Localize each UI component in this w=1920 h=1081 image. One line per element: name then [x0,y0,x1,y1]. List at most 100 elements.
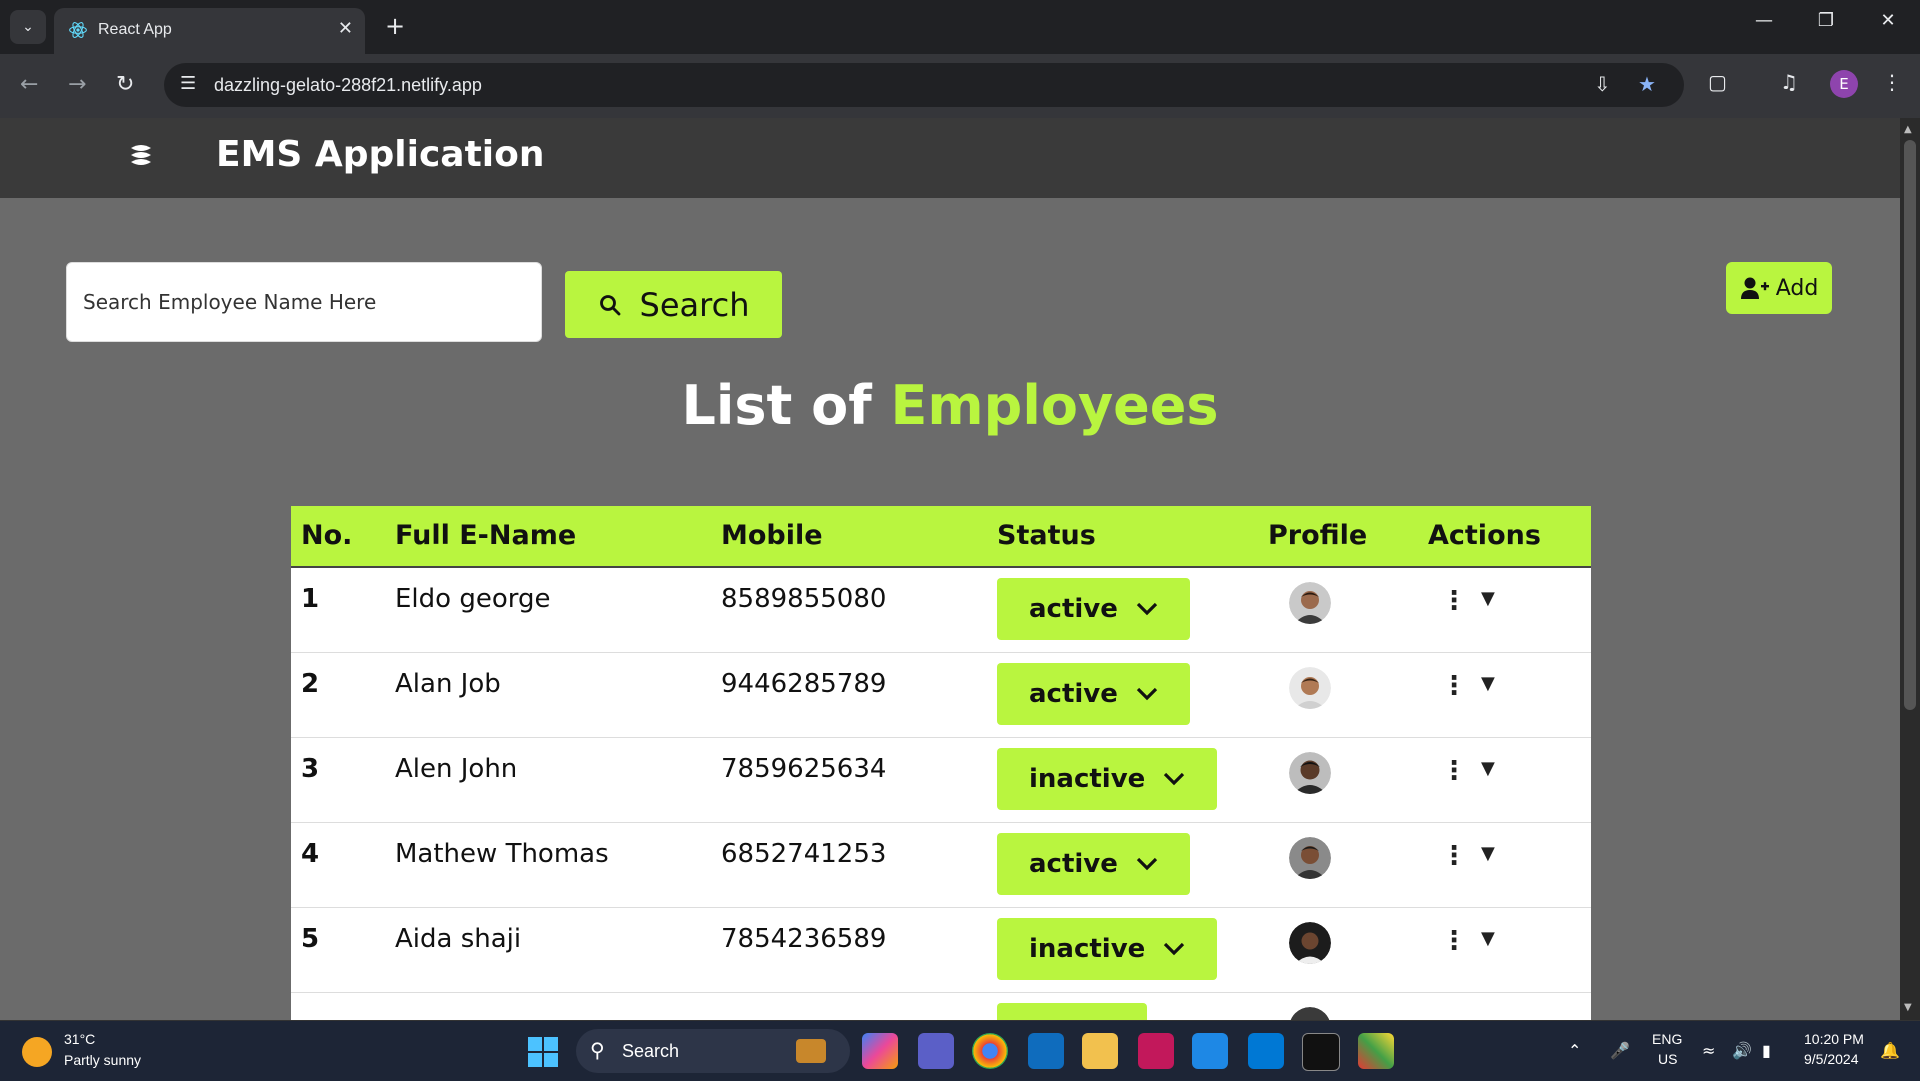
status-value: active [1029,594,1118,624]
status-dropdown[interactable]: active [997,578,1190,640]
profile-avatar[interactable] [1289,1007,1331,1020]
header-mobile: Mobile [721,520,823,551]
profile-avatar[interactable] [1289,582,1331,624]
mail-icon[interactable] [1028,1033,1064,1069]
browser-menu-icon[interactable]: ⋮ [1882,70,1902,94]
react-logo-icon [69,22,87,38]
table-row-partial [291,993,1591,1020]
weather-temperature[interactable]: 31°C [64,1031,95,1047]
status-dropdown[interactable]: inactive [997,748,1218,810]
taskbar-search[interactable]: ⚲ Search [576,1029,850,1073]
omnibox[interactable]: ☰ dazzling-gelato-288f21.netlify.app ⇩ ★ [164,63,1684,107]
table-row: 2 Alan Job 9446285789 active ⋮ ▼ [291,653,1591,738]
browser-tab[interactable]: React App ✕ [54,8,365,54]
site-info-icon[interactable]: ☰ [180,73,196,94]
actions-caret-icon[interactable]: ▼ [1481,843,1495,864]
more-actions-icon[interactable]: ⋮ [1441,586,1467,616]
bookmark-star-icon[interactable]: ★ [1638,72,1656,96]
more-actions-icon[interactable]: ⋮ [1441,756,1467,786]
taskbar-search-icon: ⚲ [590,1038,605,1062]
terminal-icon[interactable] [1302,1033,1340,1071]
chevron-down-icon [1136,857,1158,871]
actions-caret-icon[interactable]: ▼ [1481,758,1495,779]
teams-icon[interactable] [918,1033,954,1069]
employee-search-input[interactable] [66,262,542,342]
volume-icon[interactable]: 🔊 [1732,1041,1752,1060]
table-row: 4 Mathew Thomas 6852741253 active ⋮ ▼ [291,823,1591,908]
chrome-icon[interactable] [972,1033,1008,1069]
add-button-label: Add [1775,275,1819,301]
notification-bell-icon[interactable]: 🔔 [1880,1041,1900,1060]
header-status: Status [997,520,1096,551]
weather-description[interactable]: Partly sunny [64,1052,141,1068]
extensions-icon[interactable]: ▢ [1708,70,1727,94]
scroll-up-icon[interactable]: ▲ [1904,124,1912,135]
file-explorer-icon[interactable] [1082,1033,1118,1069]
profile-avatar[interactable] [1289,837,1331,879]
actions-caret-icon[interactable]: ▼ [1481,673,1495,694]
employee-name: Eldo george [395,584,551,614]
more-actions-icon[interactable]: ⋮ [1441,926,1467,956]
restore-icon[interactable]: ❐ [1806,10,1846,31]
more-actions-icon[interactable]: ⋮ [1441,671,1467,701]
tray-overflow-icon[interactable]: ⌃ [1568,1041,1581,1060]
profile-avatar[interactable] [1289,752,1331,794]
status-dropdown[interactable]: active [997,663,1190,725]
profile-avatar[interactable] [1289,922,1331,964]
wifi-icon[interactable]: ≈ [1702,1041,1715,1060]
actions-caret-icon[interactable]: ▼ [1481,588,1495,609]
row-number: 2 [301,669,320,699]
url-text[interactable]: dazzling-gelato-288f21.netlify.app [214,75,482,96]
vscode-icon[interactable] [1248,1033,1284,1069]
actions-caret-icon[interactable]: ▼ [1481,928,1495,949]
language-line1[interactable]: ENG [1652,1031,1682,1047]
scrollbar-thumb[interactable] [1904,140,1916,710]
git-tool-icon[interactable] [1358,1033,1394,1069]
employee-mobile: 8589855080 [721,584,887,614]
status-dropdown[interactable]: active [997,833,1190,895]
status-value: inactive [1029,764,1146,794]
store-icon[interactable] [1192,1033,1228,1069]
employee-mobile: 7859625634 [721,754,887,784]
employee-table: No. Full E-Name Mobile Status Profile Ac… [291,506,1591,1020]
employee-name: Alen John [395,754,518,784]
table-header: No. Full E-Name Mobile Status Profile Ac… [291,506,1591,568]
weather-sun-icon[interactable] [22,1037,52,1067]
tab-search-chevron-icon[interactable]: ⌄ [10,10,46,44]
minimize-icon[interactable]: — [1744,10,1784,31]
add-employee-button[interactable]: Add [1726,262,1832,314]
taskbar-search-label: Search [622,1041,680,1061]
media-control-icon[interactable]: ♫ [1780,70,1798,94]
chevron-down-icon [1164,772,1185,786]
battery-icon[interactable]: ▮ [1762,1041,1771,1060]
language-line2[interactable]: US [1658,1051,1677,1067]
reload-icon[interactable]: ↻ [116,72,134,97]
chevron-down-icon [1164,942,1185,956]
back-icon[interactable]: ← [20,72,38,97]
microphone-icon[interactable]: 🎤 [1610,1041,1630,1060]
row-number: 5 [301,924,320,954]
tab-close-icon[interactable]: ✕ [338,18,353,39]
status-dropdown-partial[interactable] [997,1003,1147,1020]
employee-mobile: 9446285789 [721,669,887,699]
copilot-icon[interactable] [862,1033,898,1069]
window-close-icon[interactable]: ✕ [1868,10,1908,31]
profile-avatar[interactable] [1289,667,1331,709]
stack-logo-icon [131,145,151,165]
clock-date[interactable]: 9/5/2024 [1804,1051,1859,1067]
new-tab-icon[interactable]: + [385,12,405,40]
scroll-down-icon[interactable]: ▼ [1904,1002,1912,1013]
chevron-down-icon [1136,602,1158,616]
status-dropdown[interactable]: inactive [997,918,1218,980]
clock-time[interactable]: 10:20 PM [1804,1031,1864,1047]
install-app-icon[interactable]: ⇩ [1594,72,1611,96]
heading-accent: Employees [890,374,1219,437]
table-row: 1 Eldo george 8589855080 active ⋮ ▼ [291,568,1591,653]
forward-icon[interactable]: → [68,72,86,97]
screen-recorder-icon[interactable] [1138,1033,1174,1069]
more-actions-icon[interactable]: ⋮ [1441,841,1467,871]
windows-start-icon[interactable] [528,1037,558,1067]
profile-avatar[interactable]: E [1830,70,1858,98]
page-scrollbar[interactable]: ▲ ▼ [1900,118,1920,1020]
search-button[interactable]: Search [565,271,782,338]
